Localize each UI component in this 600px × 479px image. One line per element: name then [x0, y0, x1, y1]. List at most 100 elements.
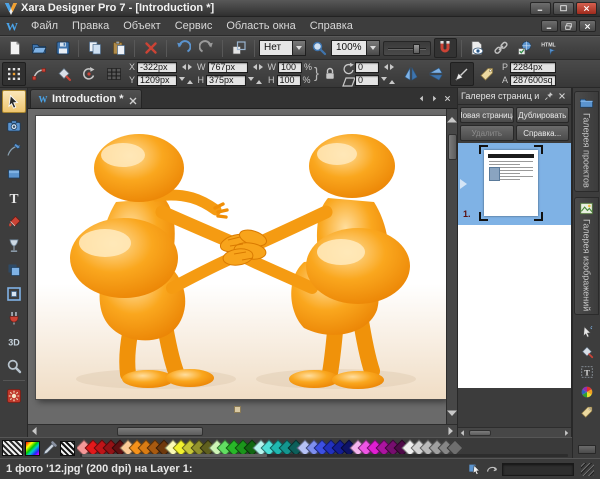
images-gallery-tab[interactable]: Галерея изображений [574, 197, 599, 315]
feather-dropdown[interactable]: Нет [259, 40, 306, 56]
duplicate-page-button[interactable]: Дублировать [516, 107, 570, 123]
width-percent-field[interactable]: 100 [278, 62, 302, 73]
menu-item[interactable]: Файл [24, 18, 65, 34]
zoom-search-button[interactable] [307, 38, 330, 58]
y-spinner[interactable] [179, 77, 193, 84]
zoom-tool[interactable] [2, 354, 26, 377]
eyedropper-icon[interactable] [42, 440, 58, 456]
page-item-selected[interactable]: 1. [458, 143, 571, 225]
document-close-button[interactable] [579, 20, 596, 32]
paste-special-button[interactable] [227, 38, 250, 58]
preview-export-button[interactable] [466, 38, 489, 58]
rotate-handles-button[interactable] [77, 62, 101, 86]
skew-angle-field[interactable]: 0 [355, 75, 379, 86]
name-tag-button[interactable] [475, 62, 499, 86]
save-button[interactable] [51, 38, 74, 58]
gallery-scroll-thumb[interactable] [469, 430, 491, 436]
x-position-field[interactable]: -322px [137, 62, 177, 73]
y-position-field[interactable]: 1209px [137, 75, 177, 86]
tab-close-button[interactable] [443, 94, 452, 103]
delete-button[interactable] [139, 38, 162, 58]
resize-grip[interactable] [581, 463, 594, 476]
shape-tool[interactable] [2, 162, 26, 185]
close-icon[interactable] [555, 91, 568, 101]
minimize-button[interactable] [530, 2, 551, 15]
curve-handles-button[interactable] [27, 62, 51, 86]
tab-introduction[interactable]: W Introduction * [30, 89, 142, 108]
fill-strip-button[interactable] [575, 342, 599, 362]
menu-item[interactable]: Область окна [219, 18, 302, 34]
vertical-scroll-thumb[interactable] [448, 134, 457, 160]
skew-spinner[interactable] [381, 77, 395, 84]
horizontal-scrollbar[interactable] [28, 424, 457, 437]
fill-tool[interactable] [2, 210, 26, 233]
redo-button[interactable] [195, 38, 218, 58]
x-spinner[interactable] [179, 64, 195, 70]
flip-vertical-button[interactable] [424, 62, 448, 86]
canvas[interactable] [28, 109, 457, 424]
shadow-tool[interactable] [2, 258, 26, 281]
fill-handles-button[interactable] [52, 62, 76, 86]
pin-icon[interactable] [542, 91, 555, 101]
gallery-title-bar[interactable]: Галерея страниц и с... [458, 88, 571, 105]
names-strip-button[interactable] [575, 402, 599, 422]
copy-button[interactable] [83, 38, 106, 58]
selector-strip-button[interactable] [575, 322, 599, 342]
document-minimize-button[interactable] [541, 20, 558, 32]
delete-page-button[interactable]: Удалить [460, 125, 514, 141]
horizontal-scroll-thumb[interactable] [117, 427, 203, 436]
web-export-button[interactable] [514, 38, 537, 58]
snap-magnet-button[interactable] [434, 38, 457, 58]
chevron-down-icon[interactable] [366, 41, 379, 55]
gallery-scrollbar[interactable] [458, 427, 571, 437]
tab-next-button[interactable] [430, 94, 439, 103]
draw-tool[interactable] [2, 138, 26, 161]
new-document-button[interactable] [3, 38, 26, 58]
open-button[interactable] [27, 38, 50, 58]
width-spinner[interactable] [250, 64, 266, 70]
scroll-up-icon[interactable] [444, 109, 457, 131]
menu-item[interactable]: Объект [116, 18, 167, 34]
no-color-swatch[interactable] [2, 440, 23, 456]
menu-item[interactable]: Справка [303, 18, 360, 34]
palette-scrollbar[interactable] [80, 454, 568, 457]
menu-item[interactable]: Правка [65, 18, 116, 34]
zoom-slider[interactable] [383, 41, 431, 56]
close-button[interactable] [576, 2, 597, 15]
grid-button[interactable] [102, 62, 126, 86]
strip-mini-button[interactable] [578, 445, 596, 454]
rotation-angle-field[interactable]: 0 [355, 62, 379, 73]
expand-triangle-icon[interactable] [460, 179, 472, 189]
selector-tool[interactable] [2, 90, 26, 113]
chevron-down-icon[interactable] [292, 41, 305, 55]
colors-strip-button[interactable] [575, 382, 599, 402]
tab-close-icon[interactable] [127, 95, 135, 103]
width-field[interactable]: 767px [208, 62, 248, 73]
canvas-image[interactable] [36, 116, 446, 399]
new-page-button[interactable]: Новая страница [460, 107, 514, 123]
tab-prev-button[interactable] [417, 94, 426, 103]
angle-select-button[interactable] [450, 62, 474, 86]
link-button[interactable] [490, 38, 513, 58]
transparency-tool[interactable] [2, 234, 26, 257]
help-button[interactable]: Справка... [516, 125, 570, 141]
pattern-swatch[interactable] [60, 441, 75, 456]
vertical-scrollbar[interactable] [446, 109, 457, 424]
height-spinner[interactable] [248, 77, 262, 84]
color-editor-swatch[interactable] [25, 441, 40, 456]
zoom-slider-knob[interactable] [413, 44, 420, 54]
scroll-down-icon[interactable] [444, 402, 457, 424]
selection-marks-button[interactable] [2, 62, 26, 86]
maximize-button[interactable] [553, 2, 574, 15]
designs-gallery-tab[interactable]: Галерея проектов [574, 91, 599, 192]
html-export-button[interactable]: HTML [538, 38, 561, 58]
page-thumbnail[interactable] [484, 150, 538, 216]
live-effects-tool[interactable] [2, 306, 26, 329]
undo-button[interactable] [171, 38, 194, 58]
lock-aspect-button[interactable] [321, 62, 339, 86]
extrude-3d-tool[interactable]: 3D [2, 330, 26, 353]
photo-tool[interactable] [2, 114, 26, 137]
menu-item[interactable]: Сервис [168, 18, 220, 34]
flip-horizontal-button[interactable] [399, 62, 423, 86]
text-strip-button[interactable]: T [575, 362, 599, 382]
